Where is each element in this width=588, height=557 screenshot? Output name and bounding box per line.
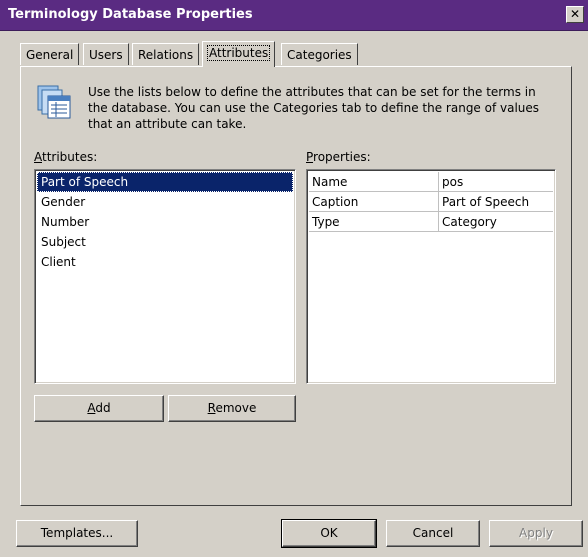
tab-label: Attributes	[206, 45, 271, 61]
close-icon: ✕	[569, 7, 581, 21]
tab-label: Categories	[287, 48, 352, 62]
property-value[interactable]: pos	[439, 172, 553, 192]
window-title: Terminology Database Properties	[8, 7, 253, 22]
list-item[interactable]: Client	[37, 252, 293, 272]
templates-button[interactable]: Templates...	[16, 520, 138, 547]
tab-label: Relations	[138, 48, 194, 62]
mnemonic: P	[306, 150, 314, 164]
table-row[interactable]: Caption Part of Speech	[309, 192, 553, 212]
list-item[interactable]: Part of Speech	[37, 172, 293, 192]
remove-button[interactable]: Remove	[168, 395, 296, 422]
list-item[interactable]: Subject	[37, 232, 293, 252]
tab-label: General	[26, 48, 74, 62]
list-item[interactable]: Number	[37, 212, 293, 232]
properties-grid[interactable]: Name pos Caption Part of Speech Type Cat…	[306, 169, 556, 384]
mnemonic: A	[34, 150, 42, 164]
property-value[interactable]: Category	[439, 212, 553, 232]
tab-label: Users	[89, 48, 123, 62]
cancel-button[interactable]: Cancel	[386, 520, 480, 547]
title-bar: Terminology Database Properties ✕	[0, 0, 588, 31]
property-name: Name	[309, 172, 439, 192]
tab-relations[interactable]: Relations	[132, 43, 200, 65]
property-name: Caption	[309, 192, 439, 212]
table-row[interactable]: Type Category	[309, 212, 553, 232]
table-row[interactable]: Name pos	[309, 172, 553, 192]
button-label: emove	[215, 401, 257, 415]
list-item[interactable]: Gender	[37, 192, 293, 212]
add-button[interactable]: Add	[34, 395, 164, 422]
apply-button[interactable]: Apply	[489, 520, 583, 547]
property-name: Type	[309, 212, 439, 232]
properties-list-icon	[37, 85, 71, 119]
attributes-label: Attributes:	[34, 150, 97, 164]
label-text: ttributes:	[42, 150, 98, 164]
tab-general[interactable]: General	[20, 43, 80, 65]
label-text: roperties:	[313, 150, 371, 164]
property-value[interactable]: Part of Speech	[439, 192, 553, 212]
properties-label: Properties:	[306, 150, 371, 164]
close-button[interactable]: ✕	[566, 6, 584, 23]
description-text: Use the lists below to define the attrib…	[88, 85, 540, 131]
tab-users[interactable]: Users	[83, 43, 129, 65]
ok-button[interactable]: OK	[281, 519, 377, 548]
tab-categories[interactable]: Categories	[281, 43, 358, 65]
attributes-list[interactable]: Part of Speech Gender Number Subject Cli…	[34, 169, 296, 384]
tab-attributes[interactable]: Attributes	[202, 41, 276, 67]
button-label: dd	[95, 401, 111, 415]
